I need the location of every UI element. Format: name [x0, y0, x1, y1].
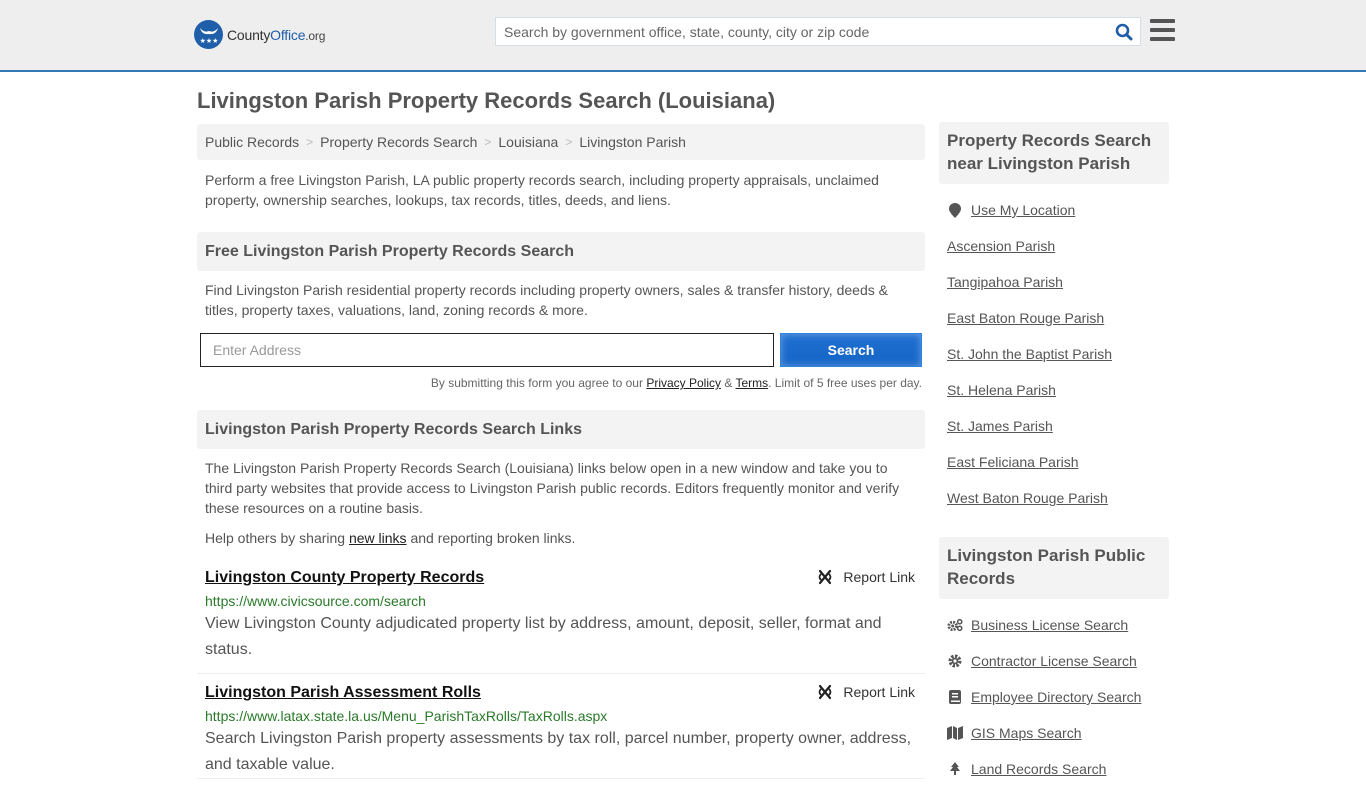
nearby-item: West Baton Rouge Parish [947, 480, 1161, 516]
result-url: https://www.civicsource.com/search [205, 593, 426, 609]
result-item: Livingston Parish Assessment Rolls Repor… [197, 683, 925, 779]
report-link-label: Report Link [843, 684, 915, 700]
svg-text:★★★: ★★★ [199, 37, 218, 45]
nearby-item: Tangipahoa Parish [947, 264, 1161, 300]
public-record-link[interactable]: Land Records Search [971, 761, 1106, 777]
search-button[interactable] [1108, 18, 1140, 45]
nearby-item: St. John the Baptist Parish [947, 336, 1161, 372]
help-suffix: and reporting broken links. [406, 530, 576, 546]
site-header: ★★★ CountyOffice.org [0, 0, 1366, 72]
breadcrumb-louisiana[interactable]: Louisiana [498, 134, 558, 150]
public-records-heading: Livingston Parish Public Records [939, 537, 1169, 599]
search-links-description: The Livingston Parish Property Records S… [205, 460, 900, 516]
site-logo[interactable]: ★★★ CountyOffice.org [194, 20, 325, 49]
result-title-link[interactable]: Livingston Parish Assessment Rolls [205, 683, 481, 703]
site-search [495, 17, 1141, 46]
public-record-link[interactable]: Business License Search [971, 617, 1128, 633]
public-record-item: Contractor License Search [947, 643, 1161, 679]
address-input[interactable] [200, 333, 774, 367]
public-record-link[interactable]: Contractor License Search [971, 653, 1137, 669]
disclaimer-amp: & [721, 376, 736, 390]
disclaimer-prefix: By submitting this form you agree to our [430, 376, 647, 390]
gear-icon [947, 654, 963, 668]
use-location-item: Use My Location [947, 192, 1161, 228]
nearby-item: East Feliciana Parish [947, 444, 1161, 480]
result-url: https://www.latax.state.la.us/Menu_Paris… [205, 708, 608, 724]
eagle-logo-icon: ★★★ [194, 20, 223, 49]
hamburger-menu-icon[interactable] [1150, 19, 1175, 41]
form-disclaimer: By submitting this form you agree to our… [197, 376, 925, 390]
result-item: Livingston County Property Records Repor… [197, 568, 925, 674]
public-record-link[interactable]: Employee Directory Search [971, 689, 1141, 705]
breadcrumb-separator: > [306, 135, 314, 149]
address-search-form: Search [197, 333, 925, 367]
breadcrumb-livingston-parish[interactable]: Livingston Parish [579, 134, 686, 150]
report-link-label: Report Link [843, 569, 915, 585]
report-link-button[interactable]: Report Link [817, 569, 915, 585]
map-icon [947, 726, 963, 740]
site-search-input[interactable] [496, 18, 1108, 45]
nearby-link[interactable]: Ascension Parish [947, 238, 1055, 254]
free-search-heading: Free Livingston Parish Property Records … [197, 232, 925, 271]
nearby-link[interactable]: St. John the Baptist Parish [947, 346, 1112, 362]
result-description: Search Livingston Parish property assess… [205, 730, 912, 773]
search-links-heading: Livingston Parish Property Records Searc… [197, 410, 925, 449]
nearby-link[interactable]: East Feliciana Parish [947, 454, 1079, 470]
nearby-list: Use My Location Ascension Parish Tangipa… [939, 192, 1169, 516]
help-text: Help others by sharing new links and rep… [197, 528, 925, 548]
address-search-button[interactable]: Search [780, 333, 922, 367]
result-title-link[interactable]: Livingston County Property Records [205, 568, 484, 588]
logo-text: CountyOffice.org [227, 26, 326, 43]
gears-icon [947, 618, 963, 632]
public-record-link[interactable]: GIS Maps Search [971, 725, 1082, 741]
nearby-link[interactable]: Tangipahoa Parish [947, 274, 1063, 290]
nearby-item: St. Helena Parish [947, 372, 1161, 408]
privacy-policy-link[interactable]: Privacy Policy [646, 376, 721, 390]
public-record-item: Employee Directory Search [947, 679, 1161, 715]
broken-link-icon [819, 684, 832, 700]
terms-link[interactable]: Terms [735, 376, 768, 390]
tree-icon [947, 762, 963, 776]
disclaimer-suffix: . Limit of 5 free uses per day. [768, 376, 922, 390]
nearby-item: St. James Parish [947, 408, 1161, 444]
main-content: Public Records > Property Records Search… [197, 124, 925, 779]
nearby-item: East Baton Rouge Parish [947, 300, 1161, 336]
breadcrumb-public-records[interactable]: Public Records [205, 134, 299, 150]
result-description: View Livingston County adjudicated prope… [205, 615, 882, 658]
map-marker-icon [947, 202, 963, 218]
broken-link-icon [819, 569, 832, 585]
use-my-location-link[interactable]: Use My Location [971, 202, 1075, 218]
sidebar: Property Records Search near Livingston … [939, 122, 1169, 787]
new-links-link[interactable]: new links [349, 530, 407, 546]
intro-text: Perform a free Livingston Parish, LA pub… [205, 172, 879, 208]
help-prefix: Help others by sharing [205, 530, 349, 546]
nearby-link[interactable]: West Baton Rouge Parish [947, 490, 1108, 506]
book-icon [947, 690, 963, 704]
page-title: Livingston Parish Property Records Searc… [197, 88, 776, 113]
public-record-item: Land Records Search [947, 751, 1161, 787]
breadcrumb-separator: > [565, 135, 573, 149]
nearby-link[interactable]: East Baton Rouge Parish [947, 310, 1104, 326]
breadcrumb-property-records-search[interactable]: Property Records Search [320, 134, 477, 150]
nearby-heading: Property Records Search near Livingston … [939, 122, 1169, 184]
public-record-item: GIS Maps Search [947, 715, 1161, 751]
report-link-button[interactable]: Report Link [817, 684, 915, 700]
public-records-list: Business License Search Contractor Licen… [939, 607, 1169, 787]
nearby-link[interactable]: St. James Parish [947, 418, 1053, 434]
breadcrumb: Public Records > Property Records Search… [197, 124, 925, 160]
nearby-link[interactable]: St. Helena Parish [947, 382, 1056, 398]
public-record-item: Business License Search [947, 607, 1161, 643]
nearby-item: Ascension Parish [947, 228, 1161, 264]
breadcrumb-separator: > [484, 135, 492, 149]
search-icon [1115, 23, 1133, 40]
free-search-description: Find Livingston Parish residential prope… [205, 282, 888, 318]
